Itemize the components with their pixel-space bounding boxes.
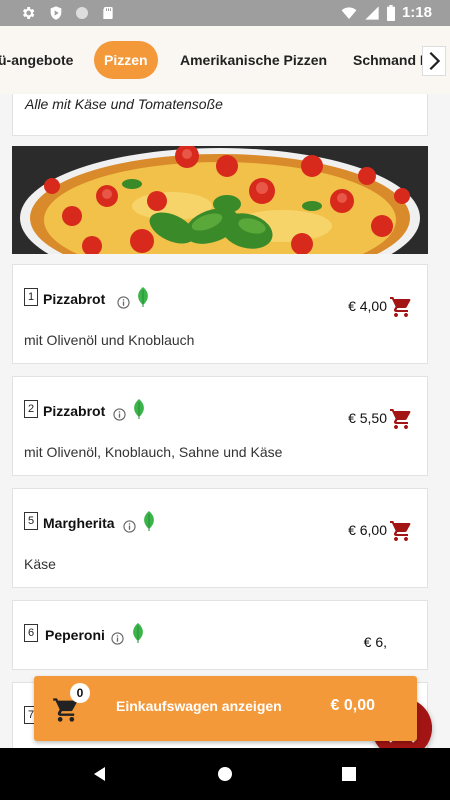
tab-pizzen[interactable]: Pizzen <box>94 41 158 79</box>
shield-icon <box>50 6 62 20</box>
cart-count-badge: 0 <box>70 683 90 703</box>
battery-icon <box>387 5 395 21</box>
menu-item[interactable]: 5 Margherita € 6,00 Käse <box>12 488 428 588</box>
cart-total: € 0,00 <box>330 697 375 714</box>
item-number: 1 <box>24 288 38 306</box>
info-icon[interactable] <box>123 520 136 533</box>
item-price: € 5,50 <box>348 410 387 426</box>
item-number: 5 <box>24 512 38 530</box>
vegetarian-leaf-icon <box>144 511 154 531</box>
item-name: Peperoni <box>45 627 105 643</box>
info-icon[interactable] <box>111 632 124 645</box>
add-to-cart-icon[interactable] <box>389 295 413 319</box>
settings-icon <box>23 7 35 19</box>
cart-label: Einkaufswagen anzeigen <box>116 698 282 714</box>
tab-schmand-pizza[interactable]: Schmand P <box>353 41 429 79</box>
menu-item[interactable]: 6 Peperoni € 6, <box>12 600 428 670</box>
add-to-cart-icon[interactable] <box>389 407 413 431</box>
tab-american-pizza[interactable]: Amerikanische Pizzen <box>180 41 327 79</box>
item-price: € 6,00 <box>348 522 387 538</box>
circle-icon <box>76 7 88 19</box>
chevron-right-icon[interactable] <box>422 46 446 76</box>
item-number: 2 <box>24 400 38 418</box>
item-name: Pizzabrot <box>43 403 106 419</box>
navigation-bar <box>0 748 450 800</box>
info-icon[interactable] <box>117 296 130 309</box>
vegetarian-leaf-icon <box>133 623 143 643</box>
tab-menu-offers[interactable]: ü-angebote <box>0 41 73 79</box>
menu-list: Alle mit Käse und Tomatensoße 1 Pizzabro… <box>0 94 450 748</box>
item-price: € 6, <box>363 634 387 650</box>
item-price: € 4,00 <box>348 298 387 314</box>
item-name: Pizzabrot <box>43 291 106 307</box>
wifi-icon <box>341 7 357 19</box>
recents-icon[interactable] <box>339 764 359 784</box>
vegetarian-leaf-icon <box>138 287 148 307</box>
view-cart-button[interactable]: 0 Einkaufswagen anzeigen € 0,00 <box>34 676 417 741</box>
item-description: Käse <box>24 556 56 572</box>
status-bar: 1:18 <box>0 0 450 26</box>
item-description: mit Olivenöl und Knoblauch <box>24 332 195 348</box>
item-description: mit Olivenöl, Knoblauch, Sahne und Käse <box>24 444 283 460</box>
item-number: 6 <box>24 624 38 642</box>
pizza-banner-image <box>12 146 428 254</box>
menu-item[interactable]: 1 Pizzabrot € 4,00 mit Olivenöl und Knob… <box>12 264 428 364</box>
sd-card-icon <box>103 7 113 19</box>
item-name: Margherita <box>43 515 115 531</box>
back-icon[interactable] <box>90 764 110 784</box>
info-icon[interactable] <box>113 408 126 421</box>
category-tabs: ü-angebote Pizzen Amerikanische Pizzen S… <box>0 26 450 94</box>
add-to-cart-icon[interactable] <box>389 519 413 543</box>
section-note: Alle mit Käse und Tomatensoße <box>25 96 223 112</box>
status-time: 1:18 <box>401 4 432 21</box>
home-icon[interactable] <box>215 764 235 784</box>
signal-icon <box>365 6 379 20</box>
vegetarian-leaf-icon <box>134 399 144 419</box>
section-note-card: Alle mit Käse und Tomatensoße <box>12 94 428 136</box>
menu-item[interactable]: 2 Pizzabrot € 5,50 mit Olivenöl, Knoblau… <box>12 376 428 476</box>
